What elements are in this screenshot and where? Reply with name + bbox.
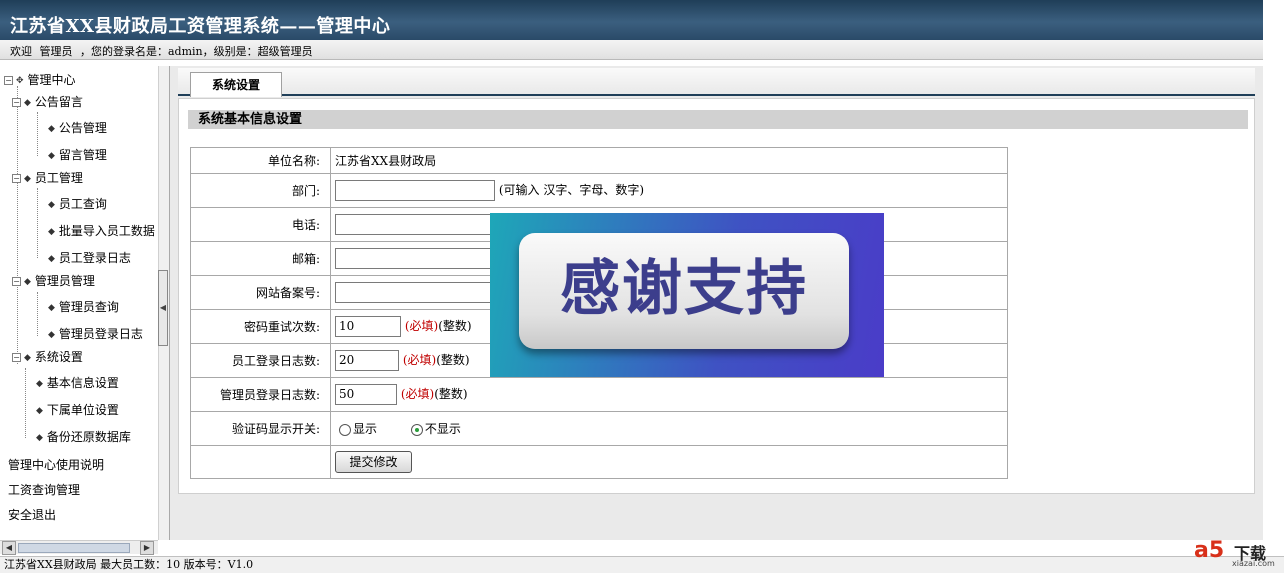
radio-checked-icon[interactable] — [410, 423, 423, 436]
collapse-icon[interactable]: − — [12, 174, 21, 183]
app-header: 江苏省XX县财政局工资管理系统——管理中心 — [0, 0, 1263, 40]
section-title: 系统基本信息设置 — [188, 110, 1248, 129]
diamond-icon: ◆ — [48, 150, 55, 161]
pwd-retry-label: 密码重试次数: — [190, 309, 331, 344]
admin-log-label: 管理员登录日志数: — [190, 377, 331, 412]
diamond-icon: ◆ — [48, 253, 55, 264]
sidebar: − ✥ 管理中心 − ◆ 公告留言 ◆ 公告管理 ◆ 留言管理 − ◆ 员工管理 ◆ 员工查询 ◆… — [0, 66, 158, 540]
emp-log-input[interactable]: 20 — [335, 350, 399, 371]
form-row-unit-name: 单位名称: 江苏省XX县财政局 — [190, 147, 1008, 174]
collapse-icon[interactable]: − — [12, 277, 21, 286]
admin-log-input[interactable]: 50 — [335, 384, 397, 405]
tree-line — [25, 368, 26, 438]
watermark-logo: a5 — [1194, 538, 1225, 563]
department-label: 部门: — [190, 173, 331, 208]
tree-line — [37, 292, 38, 336]
sidebar-group-employees[interactable]: − ◆ 员工管理 — [12, 169, 83, 187]
page-right-edge — [1263, 0, 1284, 556]
collapse-icon[interactable]: − — [12, 353, 21, 362]
emp-log-label: 员工登录日志数: — [190, 343, 331, 378]
radio-icon[interactable] — [339, 423, 351, 436]
diamond-icon: ◆ — [24, 352, 31, 363]
sidebar-item-backup-restore[interactable]: ◆ 备份还原数据库 — [36, 428, 131, 446]
diamond-icon: ◆ — [36, 432, 43, 443]
diamond-icon: ◆ — [48, 199, 55, 210]
collapse-sidebar-handle[interactable]: ◀ — [158, 270, 168, 346]
sidebar-root[interactable]: − ✥ 管理中心 — [4, 71, 76, 89]
department-hint: (可输入 汉字、字母、数字) — [498, 183, 645, 197]
unit-name-label: 单位名称: — [190, 147, 331, 174]
tree-line — [17, 86, 18, 364]
phone-label: 电话: — [190, 207, 331, 242]
status-footer: 江苏省XX县财政局 最大员工数：10 版本号：V1.0 — [0, 556, 1284, 573]
form-row-department: 部门: (可输入 汉字、字母、数字) — [190, 173, 1008, 208]
department-input[interactable] — [335, 180, 495, 201]
tree-line — [37, 112, 38, 156]
sidebar-item-admin-query[interactable]: ◆ 管理员查询 — [48, 298, 119, 316]
form-row-submit: 提交修改 — [190, 445, 1008, 479]
sidebar-item-basic-info[interactable]: ◆ 基本信息设置 — [36, 374, 119, 392]
welcome-login-info: ，您的登录名是：admin，级别是：超级管理员 — [80, 45, 313, 58]
submit-button[interactable]: 提交修改 — [335, 451, 412, 473]
welcome-bar: 欢迎 管理员 ，您的登录名是：admin，级别是：超级管理员 — [0, 40, 1263, 60]
captcha-option-hide[interactable]: 不显示 — [410, 422, 461, 436]
watermark-url: xiazai.com — [1232, 559, 1275, 568]
sidebar-link-help[interactable]: 管理中心使用说明 — [8, 456, 104, 473]
integer-hint: (整数) — [438, 319, 472, 333]
tab-bar: 系统设置 — [178, 68, 1255, 97]
sidebar-item-employee-import[interactable]: ◆ 批量导入员工数据 — [48, 222, 155, 240]
integer-hint: (整数) — [434, 387, 468, 401]
diamond-icon: ◆ — [48, 226, 55, 237]
sidebar-item-employee-login-log[interactable]: ◆ 员工登录日志 — [48, 249, 131, 267]
diamond-icon: ◆ — [24, 173, 31, 184]
diamond-icon: ◆ — [36, 405, 43, 416]
welcome-greeting: 欢迎 — [10, 45, 32, 58]
pwd-retry-input[interactable]: 10 — [335, 316, 401, 337]
tree-line — [37, 188, 38, 258]
required-marker: (必填) — [400, 387, 435, 401]
diamond-icon: ◆ — [48, 123, 55, 134]
required-marker: (必填) — [404, 319, 439, 333]
diamond-icon: ◆ — [48, 302, 55, 313]
sidebar-item-employee-query[interactable]: ◆ 员工查询 — [48, 195, 107, 213]
captcha-label: 验证码显示开关: — [190, 411, 331, 446]
diamond-icon: ◆ — [48, 329, 55, 340]
diamond-icon: ◆ — [36, 378, 43, 389]
icp-label: 网站备案号: — [190, 275, 331, 310]
app-title: 江苏省XX县财政局工资管理系统——管理中心 — [10, 16, 391, 37]
scroll-left-icon[interactable]: ◀ — [2, 541, 16, 555]
cross-diamond-icon: ✥ — [16, 75, 24, 86]
form-row-admin-log: 管理员登录日志数: 50 (必填)(整数) — [190, 377, 1008, 412]
sidebar-item-admin-login-log[interactable]: ◆ 管理员登录日志 — [48, 325, 143, 343]
sidebar-item-notice-manage[interactable]: ◆ 公告管理 — [48, 119, 107, 137]
sidebar-horizontal-scrollbar[interactable]: ◀ ▶ — [0, 540, 158, 555]
scroll-right-icon[interactable]: ▶ — [140, 541, 154, 555]
sidebar-link-salary-query[interactable]: 工资查询管理 — [8, 481, 80, 498]
scrollbar-thumb[interactable] — [18, 543, 130, 553]
banner-plate: 感谢支持 — [519, 233, 849, 349]
email-label: 邮箱: — [190, 241, 331, 276]
empty-cell — [190, 445, 331, 479]
thanks-banner: 感谢支持 — [490, 213, 884, 377]
form-row-captcha: 验证码显示开关: 显示 不显示 — [190, 411, 1008, 446]
required-marker: (必填) — [402, 353, 437, 367]
watermark: a5 下载 xiazai.com — [1190, 536, 1278, 570]
sidebar-item-message-manage[interactable]: ◆ 留言管理 — [48, 146, 107, 164]
banner-text: 感谢支持 — [560, 254, 808, 324]
integer-hint: (整数) — [436, 353, 470, 367]
sidebar-item-subunits[interactable]: ◆ 下属单位设置 — [36, 401, 119, 419]
sidebar-group-admins[interactable]: − ◆ 管理员管理 — [12, 272, 95, 290]
tab-system-settings[interactable]: 系统设置 — [190, 72, 282, 97]
collapse-icon[interactable]: − — [4, 76, 13, 85]
collapse-icon[interactable]: − — [12, 98, 21, 107]
sidebar-group-system-settings[interactable]: − ◆ 系统设置 — [12, 348, 83, 366]
unit-name-value: 江苏省XX县财政局 — [330, 147, 1008, 174]
sidebar-group-notices[interactable]: − ◆ 公告留言 — [12, 93, 83, 111]
diamond-icon: ◆ — [24, 276, 31, 287]
diamond-icon: ◆ — [24, 97, 31, 108]
welcome-user: 管理员 — [39, 45, 73, 58]
captcha-option-show[interactable]: 显示 — [339, 422, 377, 436]
sidebar-link-logout[interactable]: 安全退出 — [8, 506, 56, 523]
